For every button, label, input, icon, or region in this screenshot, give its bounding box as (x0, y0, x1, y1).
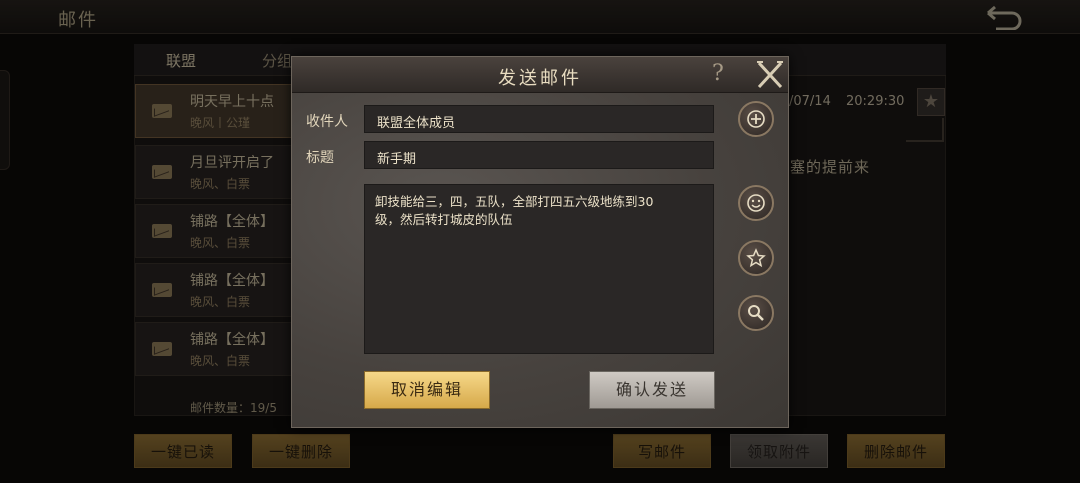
emoji-button[interactable] (738, 185, 774, 221)
favorite-button[interactable] (738, 240, 774, 276)
body-line: 卸技能给三，四，五队，全部打四五六级地练到30 (375, 194, 654, 209)
dialog-header: 发送邮件 ? (292, 57, 788, 93)
close-icon[interactable] (754, 59, 786, 91)
search-button[interactable] (738, 295, 774, 331)
search-icon (748, 305, 764, 321)
add-recipient-button[interactable] (738, 101, 774, 137)
body-line: 级，然后转打城皮的队伍 (375, 212, 513, 227)
subject-label: 标题 (306, 150, 334, 166)
confirm-send-button[interactable]: 确认发送 (589, 371, 715, 409)
add-icon (747, 110, 765, 128)
smiley-icon (747, 194, 765, 212)
body-textarea[interactable]: 卸技能给三，四，五队，全部打四五六级地练到30 级，然后转打城皮的队伍 (364, 184, 714, 354)
help-icon[interactable]: ? (712, 61, 724, 86)
recipient-field[interactable]: 联盟全体成员 (364, 105, 714, 133)
star-icon (746, 248, 766, 268)
recipient-label: 收件人 (306, 114, 348, 130)
cancel-edit-button[interactable]: 取消编辑 (364, 371, 490, 409)
subject-field[interactable]: 新手期 (364, 141, 714, 169)
